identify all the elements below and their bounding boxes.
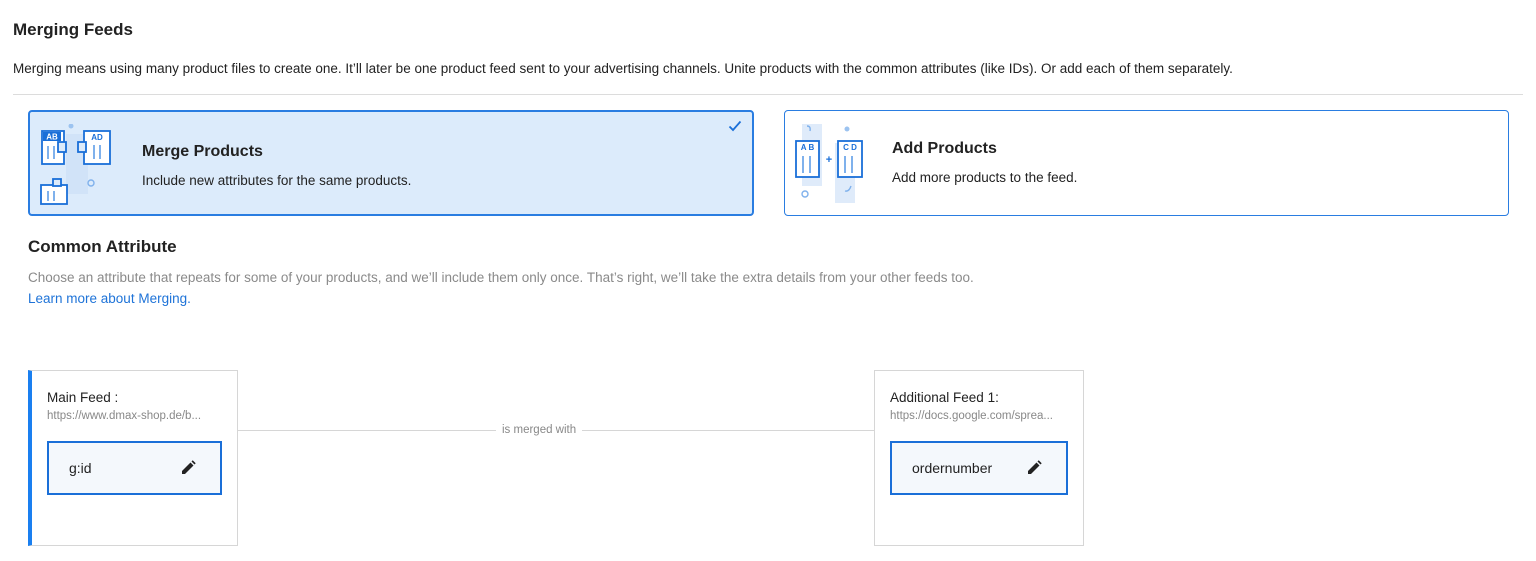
merge-products-title: Merge Products [142,143,263,160]
add-products-subtitle: Add more products to the feed. [892,170,1078,185]
additional-feed-label: Additional Feed 1: [890,390,999,405]
main-feed-card: Main Feed : https://www.dmax-shop.de/b..… [28,370,238,546]
check-icon [728,120,742,132]
additional-feed-card: Additional Feed 1: https://docs.google.c… [874,370,1084,546]
illus-label-2: AD [91,133,103,142]
add-products-illustration: A B + C D [795,124,863,203]
add-products-option[interactable]: A B + C D Add Products Add more products… [784,110,1509,216]
page-description: Merging means using many product files t… [13,61,1233,76]
common-attribute-description: Choose an attribute that repeats for som… [28,270,974,285]
page-title: Merging Feeds [13,20,133,39]
learn-more-link[interactable]: Learn more about Merging. [28,291,191,306]
additional-feed-attribute-value: ordernumber [912,460,993,476]
merge-products-option[interactable]: AB AD Merge Products Include new attribu… [28,110,754,216]
divider [13,94,1523,95]
merge-products-illustration: AB AD [40,124,111,205]
additional-feed-attribute-field[interactable]: ordernumber [890,441,1068,495]
main-feed-attribute-field[interactable]: g:id [47,441,222,495]
main-feed-label: Main Feed : [47,390,119,405]
add-products-title: Add Products [892,140,997,157]
illus-label-1: AB [46,133,58,142]
main-feed-attribute-value: g:id [69,460,92,476]
common-attribute-title: Common Attribute [28,237,177,256]
illus-label-4: C D [843,143,857,152]
svg-text:+: + [826,154,832,166]
illus-label-3: A B [801,143,815,152]
pencil-icon[interactable] [180,460,196,476]
pencil-icon[interactable] [1026,460,1042,476]
main-feed-url: https://www.dmax-shop.de/b... [47,410,202,422]
merge-connector-label: is merged with [496,424,583,436]
additional-feed-url: https://docs.google.com/sprea... [890,410,1054,422]
merge-products-subtitle: Include new attributes for the same prod… [142,173,412,188]
